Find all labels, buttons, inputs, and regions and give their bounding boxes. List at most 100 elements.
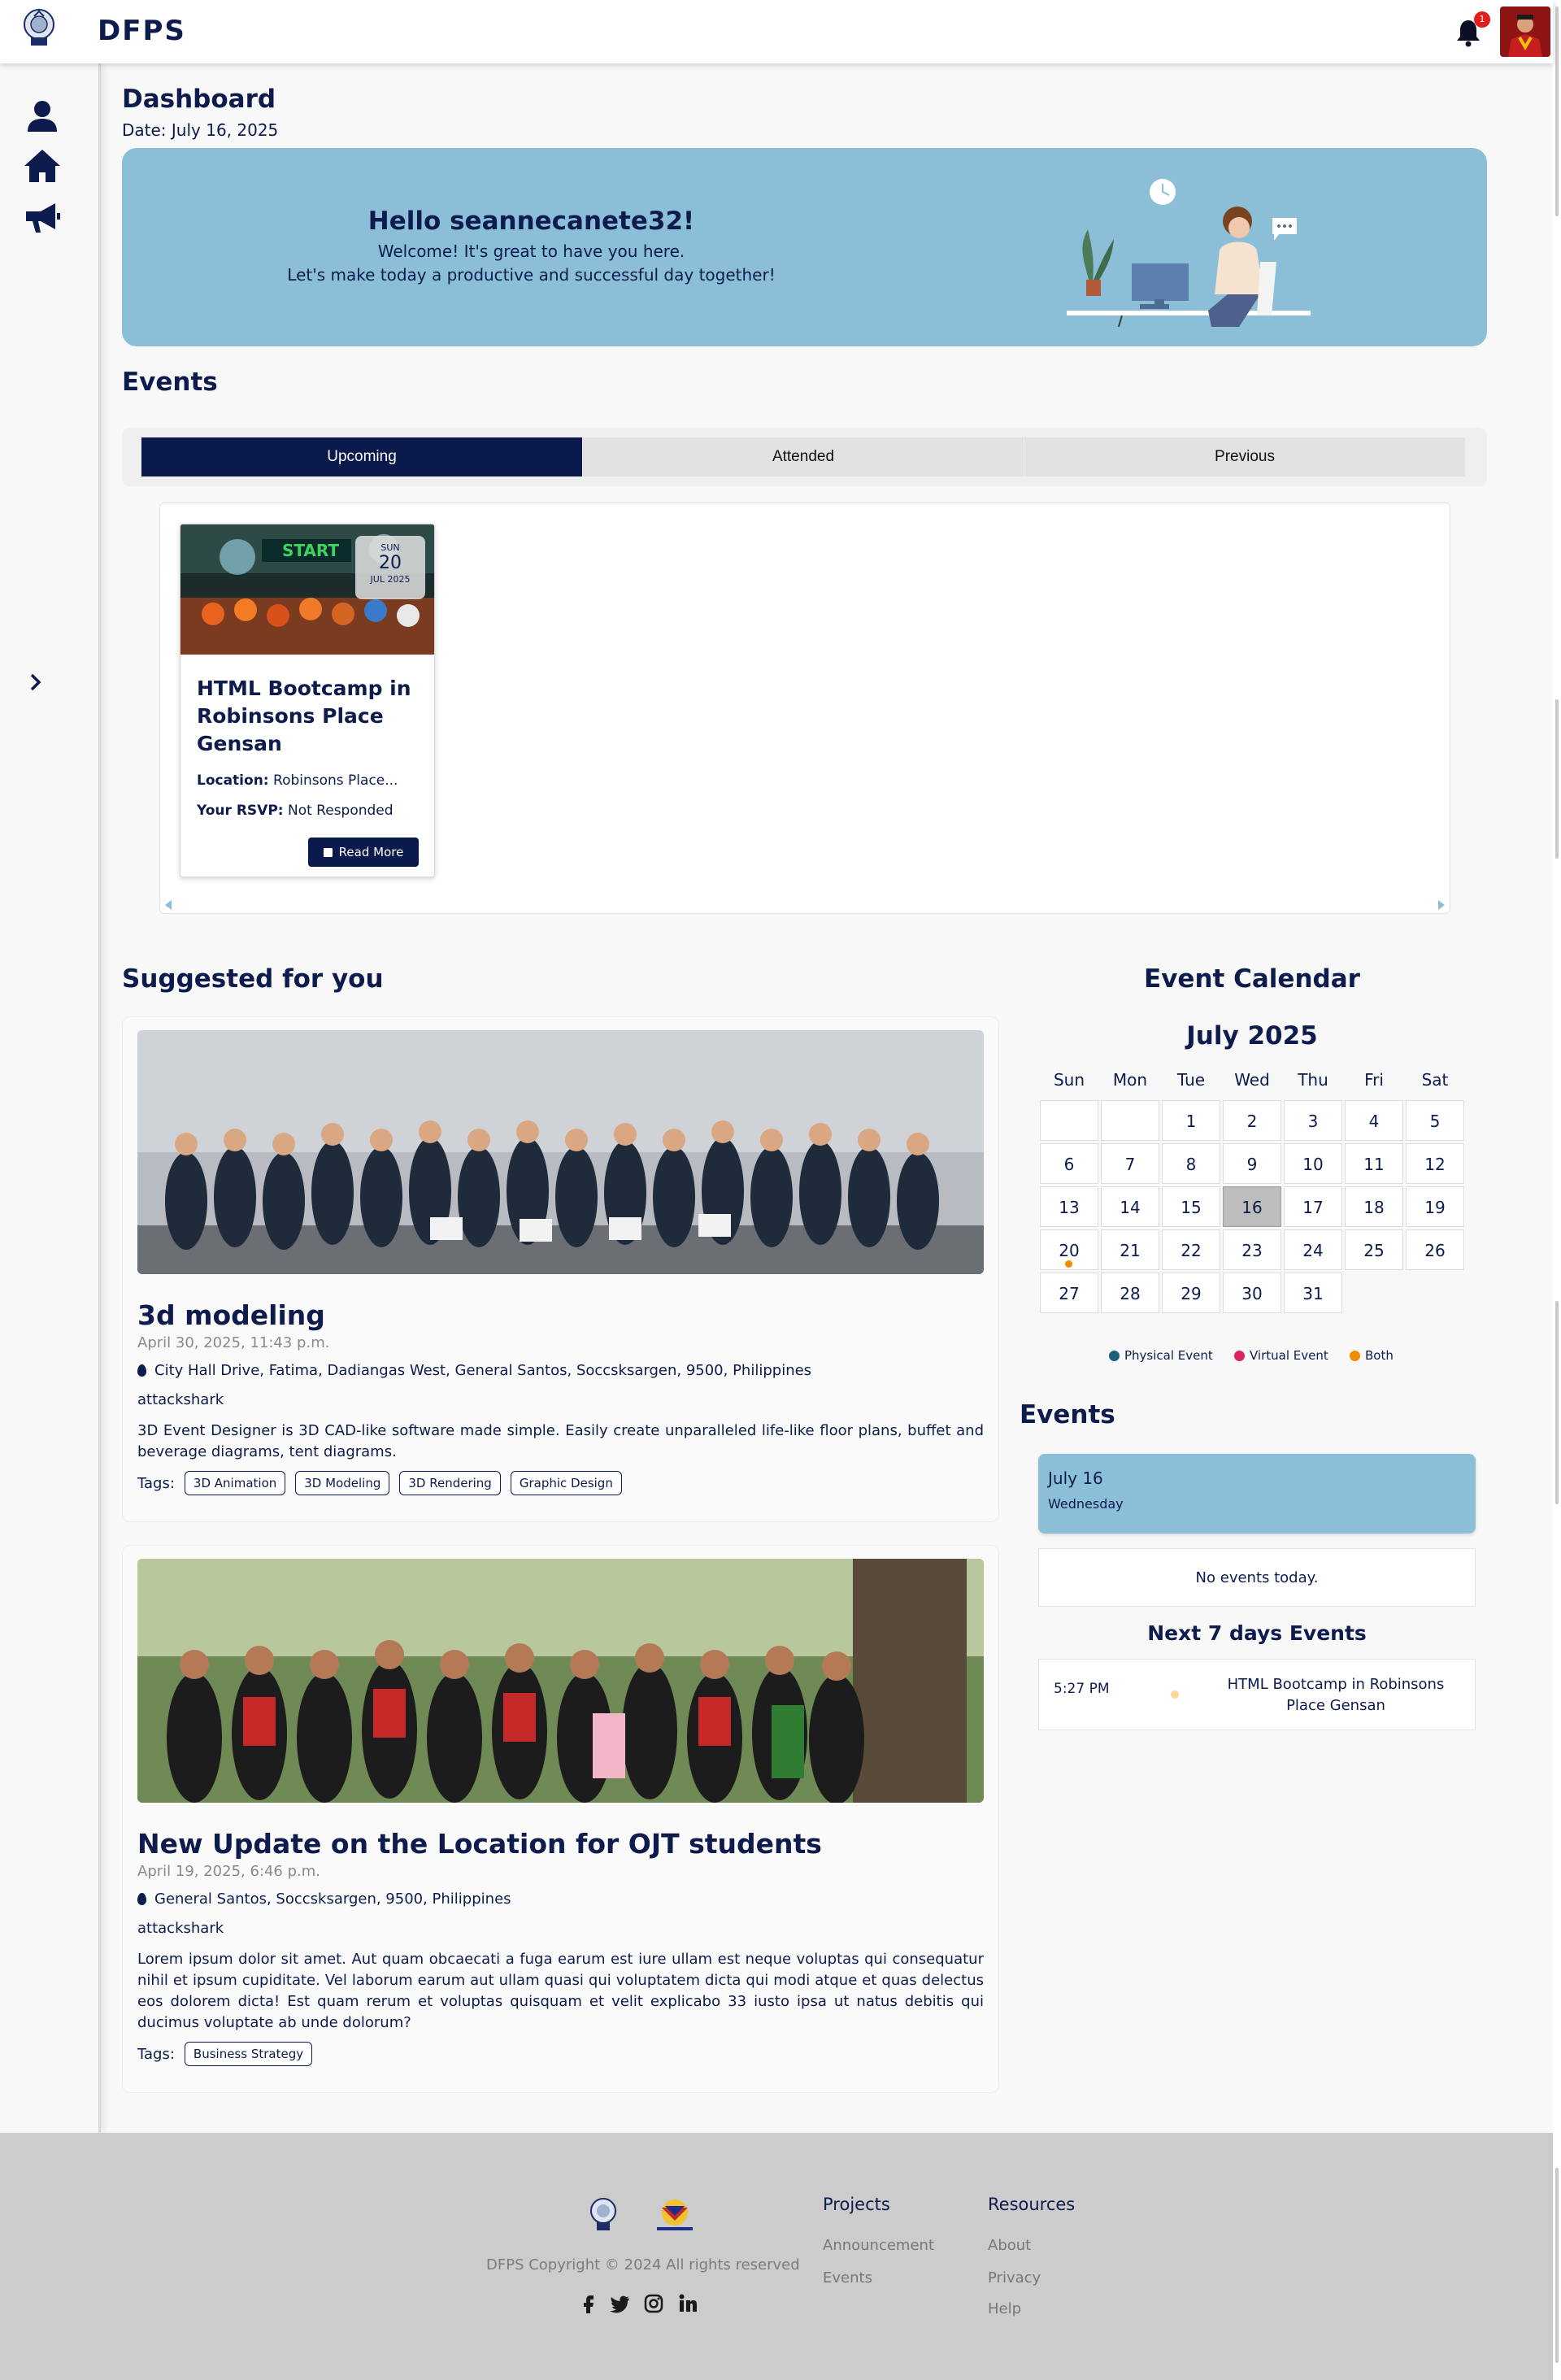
- post-tags: Tags: 3D Animation 3D Modeling 3D Render…: [137, 1471, 622, 1495]
- home-icon[interactable]: [23, 146, 62, 185]
- calendar-day[interactable]: 24: [1284, 1229, 1342, 1270]
- footer-link-privacy[interactable]: Privacy: [988, 2269, 1041, 2286]
- calendar-day[interactable]: 14: [1101, 1186, 1159, 1227]
- tag-chip[interactable]: 3D Modeling: [295, 1471, 390, 1495]
- tab-attended[interactable]: Attended: [583, 437, 1024, 476]
- footer-link-about[interactable]: About: [988, 2237, 1031, 2254]
- calendar-day[interactable]: 15: [1162, 1186, 1220, 1227]
- scrollbar-thumb-segment[interactable]: [1555, 699, 1559, 859]
- calendar-day[interactable]: 25: [1345, 1229, 1403, 1270]
- calendar-day[interactable]: 9: [1223, 1143, 1281, 1184]
- calendar-day[interactable]: 27: [1040, 1273, 1098, 1313]
- post-title[interactable]: 3d modeling: [137, 1299, 325, 1331]
- partner-logo-icon: [657, 2199, 693, 2230]
- linkedin-icon[interactable]: [676, 2292, 699, 2315]
- tab-upcoming[interactable]: Upcoming: [141, 437, 582, 476]
- calendar-day[interactable]: 6: [1040, 1143, 1098, 1184]
- post-title[interactable]: New Update on the Location for OJT stude…: [137, 1828, 822, 1860]
- calendar-month: July 2025: [1186, 1021, 1318, 1051]
- next-event-item[interactable]: 5:27 PM HTML Bootcamp in Robinsons Place…: [1038, 1659, 1476, 1730]
- event-location: Location: Robinsons Place...: [197, 772, 424, 789]
- legend-virtual-label: Virtual Event: [1250, 1348, 1328, 1363]
- calendar-day[interactable]: 22: [1162, 1229, 1220, 1270]
- calendar-day[interactable]: 21: [1101, 1229, 1159, 1270]
- calendar-day[interactable]: 10: [1284, 1143, 1342, 1184]
- footer-link-help[interactable]: Help: [988, 2300, 1021, 2317]
- calendar-weekday-header: Sat: [1421, 1070, 1449, 1090]
- suggested-post-card[interactable]: New Update on the Location for OJT stude…: [122, 1545, 999, 2093]
- tag-chip[interactable]: Business Strategy: [184, 2042, 313, 2066]
- calendar-day[interactable]: 23: [1223, 1229, 1281, 1270]
- footer-projects-title: Projects: [823, 2195, 890, 2214]
- legend-physical: Physical Event: [1109, 1348, 1213, 1363]
- event-card[interactable]: START SUN 20 JUL 2025 HTML Bootcamp in R…: [180, 524, 435, 877]
- scrollbar-thumb-segment[interactable]: [1555, 2168, 1559, 2363]
- avatar-photo: [1500, 7, 1550, 57]
- calendar-day[interactable]: 26: [1406, 1229, 1464, 1270]
- scrollbar-thumb[interactable]: [1555, 7, 1559, 216]
- calendar-day[interactable]: 29: [1162, 1273, 1220, 1313]
- welcome-greeting: Hello seannecanete32!: [367, 207, 695, 236]
- carousel-prev-arrow-icon[interactable]: [165, 900, 172, 910]
- calendar-day[interactable]: 2: [1223, 1100, 1281, 1141]
- calendar-day[interactable]: 3: [1284, 1100, 1342, 1141]
- event-rsvp-label: Your RSVP:: [197, 803, 284, 819]
- tag-chip[interactable]: 3D Animation: [184, 1471, 286, 1495]
- calendar-day[interactable]: 18: [1345, 1186, 1403, 1227]
- event-rsvp: Your RSVP: Not Responded: [197, 803, 424, 819]
- legend-virtual-swatch: [1234, 1350, 1245, 1361]
- event-date-badge: SUN 20 JUL 2025: [355, 536, 425, 599]
- post-description: Lorem ipsum dolor sit amet. Aut quam obc…: [137, 1951, 984, 2031]
- announcement-megaphone-icon[interactable]: [23, 197, 62, 236]
- calendar-day-today[interactable]: 16: [1223, 1186, 1281, 1227]
- instagram-icon[interactable]: [642, 2292, 665, 2315]
- calendar-day[interactable]: 1: [1162, 1100, 1220, 1141]
- expand-sidebar-chevron-icon[interactable]: [28, 672, 44, 693]
- calendar-day[interactable]: 31: [1284, 1273, 1342, 1313]
- page-scrollbar[interactable]: [1553, 0, 1561, 2380]
- calendar-day[interactable]: 30: [1223, 1273, 1281, 1313]
- brand-logo[interactable]: DFPS: [98, 15, 186, 47]
- calendar-day[interactable]: 28: [1101, 1273, 1159, 1313]
- calendar-day[interactable]: 4: [1345, 1100, 1403, 1141]
- legend-physical-label: Physical Event: [1124, 1348, 1213, 1363]
- events-tabs: Upcoming Attended Previous: [122, 428, 1487, 486]
- facebook-icon[interactable]: [577, 2292, 600, 2315]
- legend-both-swatch: [1350, 1350, 1360, 1361]
- profile-icon[interactable]: [23, 96, 62, 135]
- post-date: April 19, 2025, 6:46 p.m.: [137, 1863, 321, 1880]
- event-title[interactable]: HTML Bootcamp in Robinsons Place Gensan: [197, 675, 424, 758]
- event-badge-month: JUL 2025: [370, 574, 411, 585]
- calendar-day[interactable]: 7: [1101, 1143, 1159, 1184]
- seal-logo-icon[interactable]: [20, 5, 59, 50]
- footer-link-announcement[interactable]: Announcement: [823, 2237, 934, 2254]
- calendar-day[interactable]: 17: [1284, 1186, 1342, 1227]
- post-author: attackshark: [137, 1391, 224, 1408]
- post-location: City Hall Drive, Fatima, Dadiangas West,…: [137, 1362, 811, 1379]
- twitter-icon[interactable]: [608, 2292, 631, 2315]
- carousel-next-arrow-icon[interactable]: [1438, 900, 1445, 910]
- calendar-day[interactable]: 5: [1406, 1100, 1464, 1141]
- footer-link-events[interactable]: Events: [823, 2269, 872, 2286]
- calendar-day[interactable]: 19: [1406, 1186, 1464, 1227]
- tag-chip[interactable]: Graphic Design: [510, 1471, 622, 1495]
- events-carousel: START SUN 20 JUL 2025 HTML Bootcamp in R…: [159, 503, 1450, 914]
- calendar-day[interactable]: 8: [1162, 1143, 1220, 1184]
- today-header: July 16 Wednesday: [1038, 1454, 1476, 1534]
- tag-chip[interactable]: 3D Rendering: [399, 1471, 501, 1495]
- calendar-day[interactable]: 13: [1040, 1186, 1098, 1227]
- footer-seal-logo-icon: [590, 2198, 616, 2230]
- read-more-button[interactable]: Read More: [308, 838, 419, 867]
- welcome-submessage: Let's make today a productive and succes…: [287, 265, 776, 285]
- next-event-name: HTML Bootcamp in Robinsons Place Gensan: [1227, 1676, 1445, 1714]
- calendar-day[interactable]: 12: [1406, 1143, 1464, 1184]
- sidebar: [0, 63, 101, 2133]
- calendar-day[interactable]: 11: [1345, 1143, 1403, 1184]
- tab-previous[interactable]: Previous: [1024, 437, 1465, 476]
- scrollbar-thumb-segment[interactable]: [1555, 1301, 1559, 1504]
- event-rsvp-value: Not Responded: [288, 803, 394, 819]
- suggested-post-card[interactable]: 3d modeling April 30, 2025, 11:43 p.m. C…: [122, 1016, 999, 1522]
- user-avatar[interactable]: [1500, 7, 1550, 57]
- post-location: General Santos, Soccsksargen, 9500, Phil…: [137, 1891, 511, 1908]
- post-tags: Tags: Business Strategy: [137, 2042, 313, 2066]
